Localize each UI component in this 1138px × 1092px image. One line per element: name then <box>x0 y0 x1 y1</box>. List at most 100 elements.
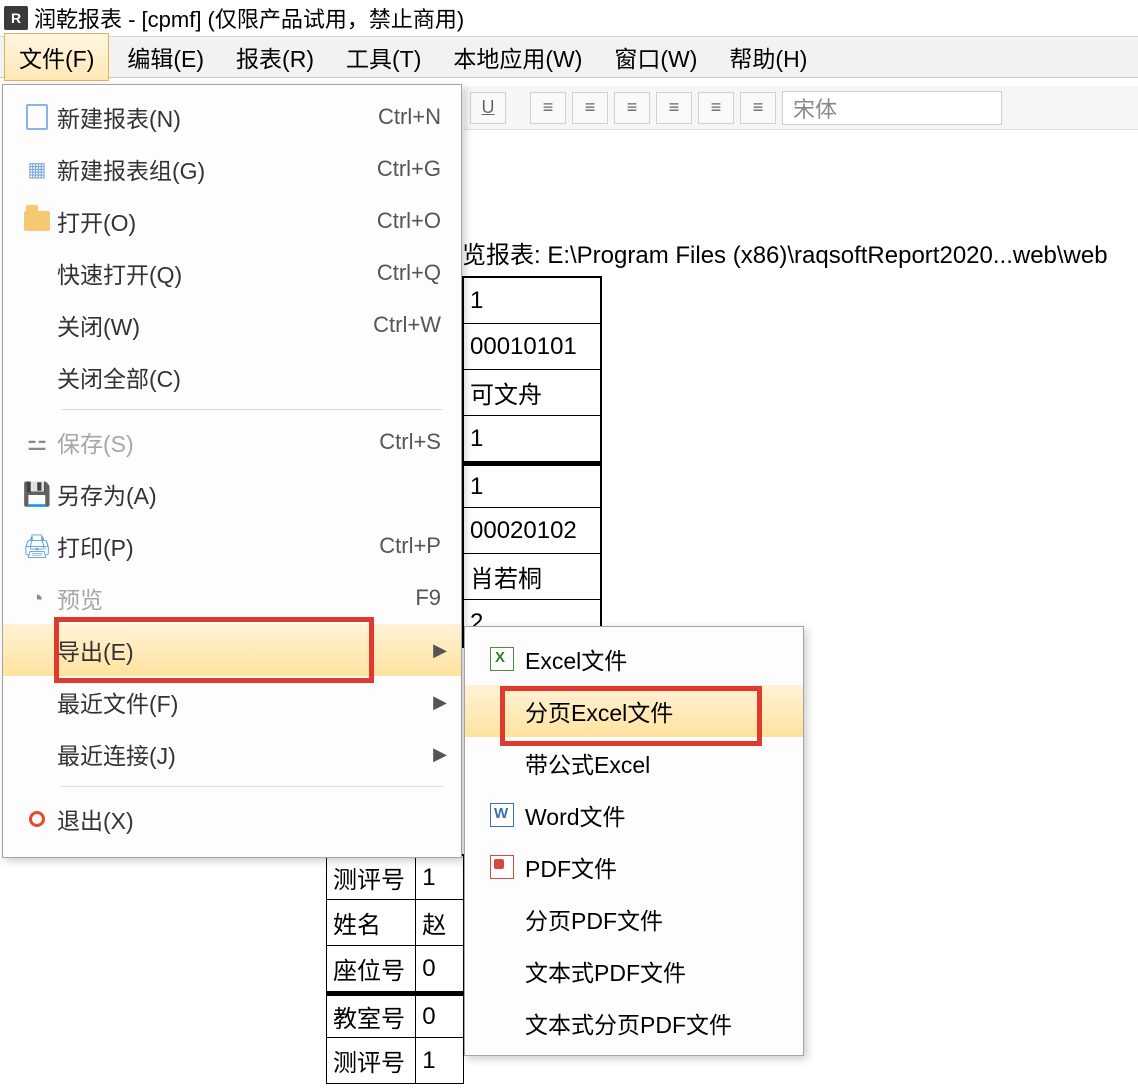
shortcut: Ctrl+O <box>377 208 447 234</box>
submenuitem-label: 带公式Excel <box>525 746 650 780</box>
underline-button[interactable]: U <box>470 92 506 124</box>
menuitem-label: 关闭(W) <box>57 308 373 342</box>
exit-icon <box>17 811 57 827</box>
cell: 可文舟 <box>464 370 600 416</box>
submenuitem-pexcel[interactable]: 分页Excel文件 <box>465 685 803 737</box>
submenuitem-label: 文本式PDF文件 <box>525 954 686 988</box>
align-left-button[interactable]: ≡ <box>530 92 566 124</box>
menuitem-label: 关闭全部(C) <box>57 360 447 394</box>
menuitem-label: 预览 <box>57 581 415 615</box>
shortcut: F9 <box>415 585 447 611</box>
menuitem-saveas[interactable]: 💾另存为(A) <box>3 468 461 520</box>
submenuitem-label: 分页Excel文件 <box>525 694 673 728</box>
preview-path: 览报表: E:\Program Files (x86)\raqsoftRepor… <box>462 235 1108 270</box>
cell-value: 0 <box>416 946 463 991</box>
menuitem-save: ⚍保存(S)Ctrl+S <box>3 416 461 468</box>
export-submenu: Excel文件分页Excel文件带公式Excel Word文件 PDF文件分页PDF… <box>464 626 804 1056</box>
menuitem-label: 打开(O) <box>57 204 377 238</box>
submenuitem-word[interactable]: Word文件 <box>465 789 803 841</box>
chart-icon: ⚍ <box>17 429 57 456</box>
pdf-icon <box>479 855 525 879</box>
submenuitem-excel[interactable]: Excel文件 <box>465 633 803 685</box>
cell-value: 1 <box>416 856 463 899</box>
submenu-arrow-icon: ▶ <box>433 744 447 765</box>
align-right-button[interactable]: ≡ <box>614 92 650 124</box>
menuitem-label: 保存(S) <box>57 425 379 459</box>
menuitem-label: 退出(X) <box>57 802 447 836</box>
cell: 1 <box>464 416 600 462</box>
menuitem-label: 新建报表组(G) <box>57 152 377 186</box>
cell: 00010101 <box>464 324 600 370</box>
menu-bar: 文件(F) 编辑(E) 报表(R) 工具(T) 本地应用(W) 窗口(W) 帮助… <box>0 36 1138 78</box>
shortcut: Ctrl+P <box>379 533 447 559</box>
menuitem-recentf[interactable]: 最近文件(F)▶ <box>3 676 461 728</box>
menuitem-close[interactable]: 关闭(W)Ctrl+W <box>3 299 461 351</box>
menuitem-open[interactable]: 打开(O)Ctrl+O <box>3 195 461 247</box>
menu-report[interactable]: 报表(R) <box>222 34 328 80</box>
submenuitem-label: PDF文件 <box>525 850 617 884</box>
menuitem-label: 最近连接(J) <box>57 737 433 771</box>
menuitem-exit[interactable]: 退出(X) <box>3 793 461 845</box>
menuitem-qopen[interactable]: 快速打开(Q)Ctrl+Q <box>3 247 461 299</box>
cell: 1 <box>464 462 600 508</box>
preview-table: 100010101可文舟1100020102肖若桐2 <box>462 276 602 648</box>
shortcut: Ctrl+Q <box>377 260 447 286</box>
submenuitem-label: 文本式分页PDF文件 <box>525 1006 732 1040</box>
cell-label: 测评号 <box>327 1038 416 1083</box>
menu-window[interactable]: 窗口(W) <box>600 34 711 80</box>
excel-icon <box>479 647 525 671</box>
submenuitem-label: 分页PDF文件 <box>525 902 663 936</box>
cell: 00020102 <box>464 508 600 554</box>
menuitem-label: 打印(P) <box>57 529 379 563</box>
cell-label: 测评号 <box>327 856 416 899</box>
submenu-arrow-icon: ▶ <box>433 640 447 661</box>
submenuitem-label: Word文件 <box>525 798 626 832</box>
row: 姓名赵 <box>326 900 464 946</box>
menuitem-new[interactable]: 新建报表(N)Ctrl+N <box>3 91 461 143</box>
menuitem-export[interactable]: 导出(E)▶ <box>3 624 461 676</box>
shortcut: Ctrl+W <box>373 312 447 338</box>
cell-label: 姓名 <box>327 900 416 945</box>
submenuitem-pdf[interactable]: PDF文件 <box>465 841 803 893</box>
submenuitem-label: Excel文件 <box>525 642 627 676</box>
saveas-icon: 💾 <box>17 481 57 508</box>
font-select[interactable]: 宋体 <box>782 91 1002 125</box>
window-title: 润乾报表 - [cpmf] (仅限产品试用，禁止商用) <box>34 2 464 34</box>
menuitem-label: 另存为(A) <box>57 477 447 511</box>
menuitem-label: 快速打开(Q) <box>57 256 377 290</box>
print-icon: 🖨 <box>17 533 57 560</box>
menu-file[interactable]: 文件(F) <box>4 33 109 81</box>
word-icon <box>479 803 525 827</box>
menu-tool[interactable]: 工具(T) <box>332 34 435 80</box>
cell: 肖若桐 <box>464 554 600 600</box>
shortcut: Ctrl+S <box>379 429 447 455</box>
menuitem-print[interactable]: 🖨打印(P)Ctrl+P <box>3 520 461 572</box>
menu-local[interactable]: 本地应用(W) <box>439 34 596 80</box>
submenu-arrow-icon: ▶ <box>433 692 447 713</box>
submenuitem-tpdf[interactable]: 文本式PDF文件 <box>465 945 803 997</box>
paint-icon: ◔ <box>17 585 57 612</box>
menuitem-closeall[interactable]: 关闭全部(C) <box>3 351 461 403</box>
open-icon <box>17 211 57 231</box>
cell-value: 1 <box>416 1038 463 1083</box>
row: 测评号1 <box>326 854 464 900</box>
shortcut: Ctrl+N <box>378 104 447 130</box>
menu-help[interactable]: 帮助(H) <box>715 34 821 80</box>
submenuitem-fexcel[interactable]: 带公式Excel <box>465 737 803 789</box>
app-icon: R <box>4 6 28 30</box>
cell: 1 <box>464 278 600 324</box>
align-bottom-button[interactable]: ≡ <box>740 92 776 124</box>
menuitem-label: 最近文件(F) <box>57 685 433 719</box>
menuitem-recentc[interactable]: 最近连接(J)▶ <box>3 728 461 780</box>
submenuitem-tppdf[interactable]: 文本式分页PDF文件 <box>465 997 803 1049</box>
cell-label: 座位号 <box>327 946 416 991</box>
align-top-button[interactable]: ≡ <box>656 92 692 124</box>
align-center-button[interactable]: ≡ <box>572 92 608 124</box>
menu-edit[interactable]: 编辑(E) <box>113 34 218 80</box>
submenuitem-ppdf[interactable]: 分页PDF文件 <box>465 893 803 945</box>
row: 座位号0 <box>326 946 464 992</box>
preview-table-lower: 测评号1姓名赵座位号0教室号0测评号1 <box>326 854 464 1084</box>
align-middle-button[interactable]: ≡ <box>698 92 734 124</box>
separator <box>61 409 443 410</box>
menuitem-newgroup[interactable]: ▦新建报表组(G)Ctrl+G <box>3 143 461 195</box>
